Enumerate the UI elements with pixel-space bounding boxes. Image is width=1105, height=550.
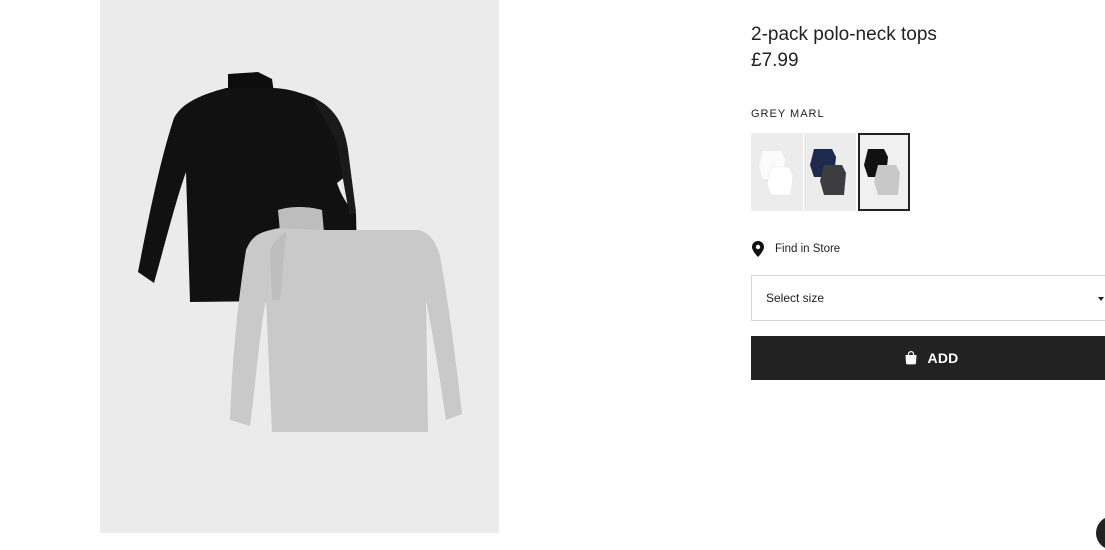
chat-bubble-button[interactable]: [1096, 516, 1105, 550]
add-to-bag-button[interactable]: ADD: [751, 336, 1105, 380]
size-select[interactable]: Select size: [751, 275, 1105, 321]
product-title: 2-pack polo-neck tops: [751, 24, 937, 45]
selected-color-label: GREY MARL: [751, 108, 825, 120]
swatch-black-grey-marl-thumbnail: [860, 135, 908, 209]
swatch-navy-dark-grey-thumbnail: [804, 133, 856, 211]
size-select-placeholder: Select size: [766, 291, 825, 305]
add-button-label: ADD: [927, 350, 959, 366]
find-in-store-link[interactable]: Find in Store: [751, 241, 840, 257]
find-in-store-label: Find in Store: [775, 243, 841, 255]
product-image[interactable]: [100, 0, 499, 533]
swatch-navy-dark-grey[interactable]: [804, 133, 856, 211]
shopping-bag-icon: [905, 351, 917, 365]
caret-down-icon: [1098, 297, 1104, 301]
swatch-white[interactable]: [751, 133, 803, 211]
grey-top-shape: [230, 207, 462, 432]
swatch-black-grey-marl[interactable]: [858, 133, 910, 211]
product-price: £7.99: [751, 50, 799, 71]
product-photo: [138, 72, 462, 432]
swatch-white-thumbnail: [751, 133, 803, 211]
location-pin-icon: [752, 241, 764, 257]
